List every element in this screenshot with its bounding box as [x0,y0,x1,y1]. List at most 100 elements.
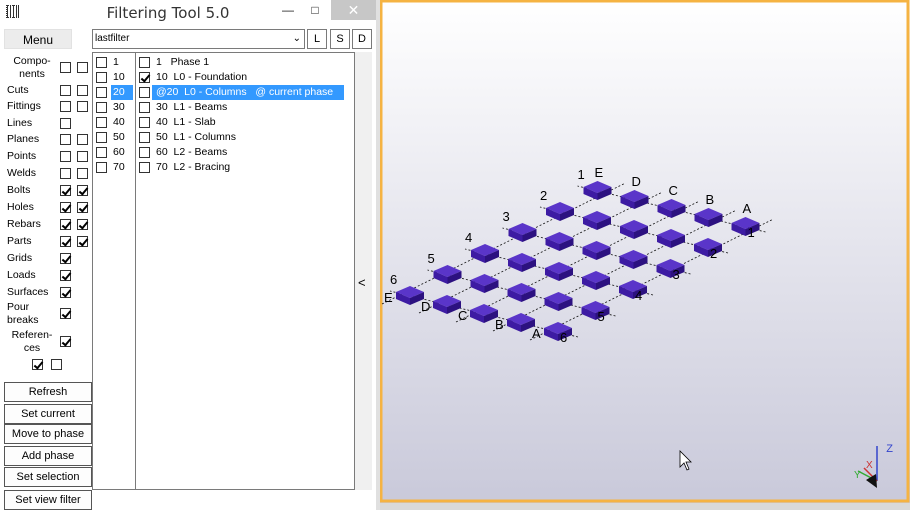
category-checkbox[interactable] [60,101,71,112]
phase-number-checkbox[interactable] [96,132,107,143]
refresh-button[interactable]: Refresh [4,382,92,402]
phase-list-divider [135,52,136,490]
model-view[interactable]: 6 6 5 5 4 4 3 3 2 2 1 1 A A B B C C D D E E Z YX [380,0,910,510]
grid-number-label: 3 [673,267,680,282]
phase-list-item[interactable]: 70 L2 - Bracing [156,160,230,175]
phase-number[interactable]: 10 [113,70,133,85]
phase-number-checkbox[interactable] [96,57,107,68]
category-label: Cuts [7,84,29,96]
category-checkbox[interactable] [60,134,71,145]
category-label: Pour breaks [7,301,39,326]
category-checkbox[interactable] [60,287,71,298]
phase-checkbox[interactable] [139,117,150,128]
phase-number[interactable]: 20 [111,85,133,100]
phase-number-checkbox[interactable] [96,117,107,128]
phase-number-checkbox[interactable] [96,87,107,98]
category-label: Lines [7,117,33,129]
close-button[interactable]: ✕ [331,0,376,20]
phase-checkbox[interactable] [139,162,150,173]
phase-number-checkbox[interactable] [96,72,107,83]
chevron-down-icon: ⌄ [292,33,301,44]
grid-number-label: 2 [710,246,717,261]
category-checkbox[interactable] [77,101,88,112]
set-selection-button[interactable]: Set selection [4,467,92,487]
minimize-button[interactable]: — [273,0,303,20]
category-checkbox[interactable] [77,236,88,247]
phase-list-item[interactable]: 10 L0 - Foundation [156,70,247,85]
phase-number-checkbox[interactable] [96,162,107,173]
phase-list-item[interactable]: 1 Phase 1 [156,55,209,70]
category-label: Grids [7,252,33,264]
delete-filter-button[interactable]: D [352,29,372,49]
grid-letter-label: B [706,192,715,207]
title-bar: Filtering Tool 5.0 — □ ✕ [0,0,376,26]
menu-button[interactable]: Menu [4,29,72,49]
set-current-button[interactable]: Set current [4,404,92,424]
grid-number-label: 5 [598,309,605,324]
maximize-button[interactable]: □ [300,0,330,20]
phase-number[interactable]: 30 [113,100,133,115]
category-label: Fittings [7,100,41,112]
grid-number-label: 5 [428,251,435,266]
phase-checkbox[interactable] [139,102,150,113]
category-checkbox[interactable] [77,151,88,162]
phase-number[interactable]: 60 [113,145,133,160]
category-checkbox[interactable] [60,336,71,347]
phase-number[interactable]: 50 [113,130,133,145]
category-checkbox[interactable] [77,202,88,213]
category-checkbox[interactable] [77,185,88,196]
z-axis-label: Z [886,443,893,455]
phase-number[interactable]: 1 [113,55,133,70]
phase-list-item[interactable]: 40 L1 - Slab [156,115,216,130]
category-checkbox[interactable] [60,85,71,96]
grid-number-label: 6 [560,330,567,345]
category-checkbox[interactable] [77,168,88,179]
grid-number-label: 4 [635,288,642,303]
phase-checkbox[interactable] [139,87,150,98]
grid-letter-label: C [458,308,467,323]
phase-number-checkbox[interactable] [96,147,107,158]
category-checkbox[interactable] [77,219,88,230]
category-checkbox[interactable] [77,62,88,73]
phase-list-item[interactable]: 30 L1 - Beams [156,100,227,115]
phase-checkbox[interactable] [139,132,150,143]
move-to-phase-button[interactable]: Move to phase [4,424,92,444]
category-checkbox[interactable] [60,62,71,73]
set-view-filter-button[interactable]: Set view filter [4,490,92,510]
collapse-arrow-icon[interactable]: < [358,275,366,290]
category-checkbox[interactable] [60,253,71,264]
load-filter-button[interactable]: L [307,29,327,49]
category-checkbox[interactable] [60,168,71,179]
category-label: Holes [7,201,34,213]
phase-list-item[interactable]: 60 L2 - Beams [156,145,227,160]
category-checkbox[interactable] [60,219,71,230]
category-checkbox[interactable] [77,85,88,96]
phase-list-item[interactable]: @20 L0 - Columns @ current phase [152,85,344,100]
panel-splitter[interactable] [355,52,372,490]
phase-number[interactable]: 40 [113,115,133,130]
phase-checkbox[interactable] [139,57,150,68]
phase-number[interactable]: 70 [113,160,133,175]
category-checkbox[interactable] [60,308,71,319]
category-checkbox[interactable] [77,134,88,145]
phase-checkbox[interactable] [139,72,150,83]
save-filter-button[interactable]: S [330,29,350,49]
category-label: Welds [7,167,36,179]
category-checkbox[interactable] [60,236,71,247]
category-checkbox[interactable] [60,185,71,196]
phase-number-checkbox[interactable] [96,102,107,113]
grid-letter-label: D [632,174,641,189]
filter-dropdown[interactable]: lastfilter ⌄ [92,29,305,49]
toggle-all-checkbox[interactable] [32,359,43,370]
category-checkbox[interactable] [60,118,71,129]
category-checkbox[interactable] [60,202,71,213]
category-checkbox[interactable] [60,270,71,281]
model-view-canvas[interactable]: 6 6 5 5 4 4 3 3 2 2 1 1 A A B B C C D D E E Z YX [380,0,910,503]
add-phase-button[interactable]: Add phase [4,446,92,466]
grid-letter-label: E [384,290,393,305]
phase-list-item[interactable]: 50 L1 - Columns [156,130,236,145]
category-label: Rebars [7,218,41,230]
phase-checkbox[interactable] [139,147,150,158]
toggle-all-checkbox[interactable] [51,359,62,370]
category-checkbox[interactable] [60,151,71,162]
